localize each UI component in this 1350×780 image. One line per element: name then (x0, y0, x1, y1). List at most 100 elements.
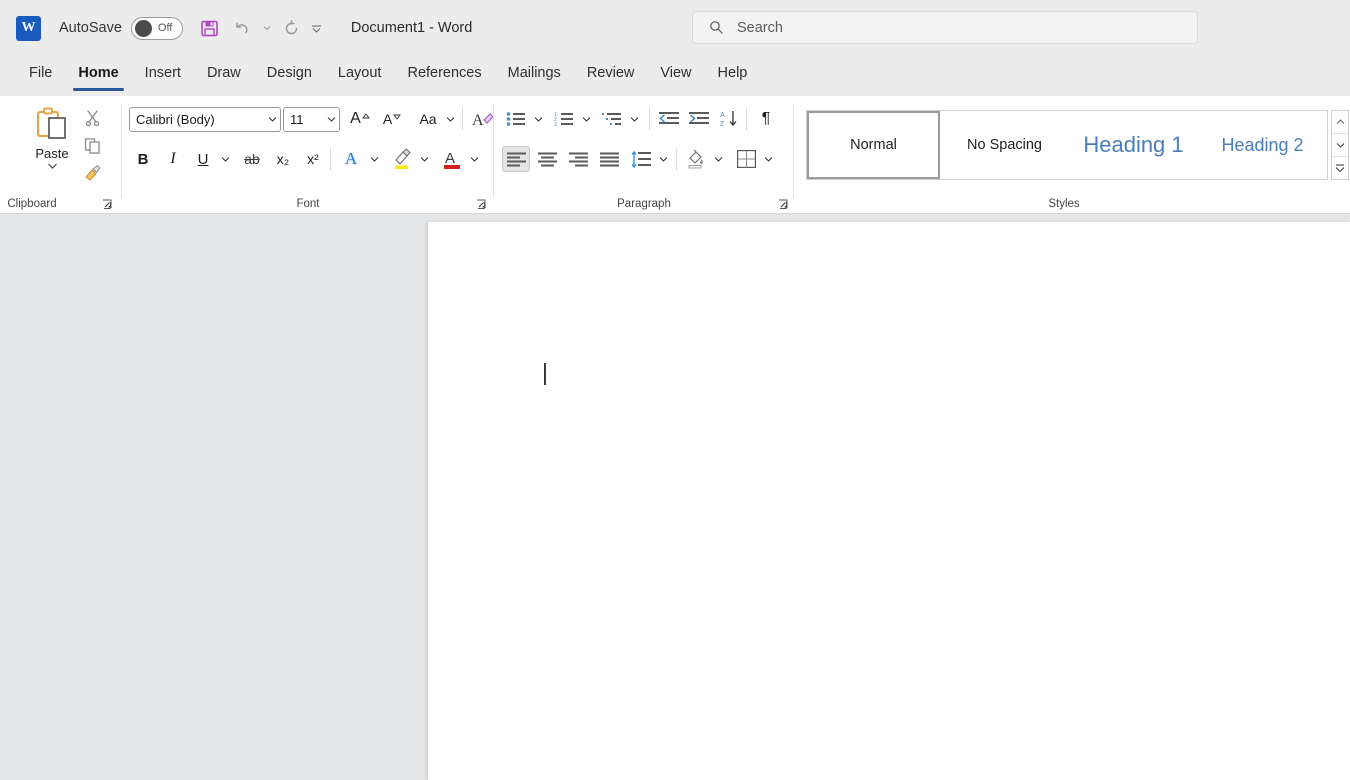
undo-button[interactable] (227, 13, 257, 43)
group-label-clipboard: Clipboard (0, 198, 92, 210)
font-dialog-launcher[interactable] (474, 196, 488, 210)
customize-qat-chevron-down-icon[interactable] (309, 13, 325, 43)
tab-layout[interactable]: Layout (325, 56, 395, 90)
autosave-label: AutoSave (59, 20, 122, 36)
group-label-styles: Styles (794, 198, 1334, 210)
text-highlight-color-button[interactable] (388, 146, 416, 172)
change-case-chevron-down-icon[interactable] (442, 106, 458, 132)
increase-indent-button[interactable] (685, 106, 713, 132)
underline-chevron-down-icon[interactable] (217, 146, 233, 172)
search-input[interactable]: Search (692, 11, 1198, 44)
svg-text:A: A (472, 112, 484, 129)
group-label-font: Font (122, 198, 494, 210)
multilevel-list-chevron-down-icon[interactable] (626, 106, 642, 132)
quick-access-toolbar (195, 13, 325, 43)
text-effects-button[interactable]: A (336, 146, 366, 172)
tab-label: Design (267, 65, 312, 81)
show-hide-marks-button[interactable]: ¶ (752, 106, 780, 132)
word-logo-icon: W (16, 16, 41, 41)
text-effects-chevron-down-icon[interactable] (366, 146, 382, 172)
strikethrough-button[interactable]: ab (237, 146, 267, 172)
bold-button[interactable]: B (129, 146, 157, 172)
style-label: Heading 1 (1083, 132, 1183, 158)
format-painter-button[interactable] (78, 160, 106, 186)
tab-label: File (29, 65, 52, 81)
tab-label: Insert (145, 65, 181, 81)
line-spacing-chevron-down-icon[interactable] (655, 146, 671, 172)
tab-review[interactable]: Review (574, 56, 648, 90)
autosave-toggle[interactable]: Off (131, 17, 183, 40)
tab-view[interactable]: View (647, 56, 704, 90)
superscript-button[interactable]: x² (299, 146, 327, 172)
underline-label: U (198, 151, 209, 168)
document-page[interactable] (428, 222, 1350, 780)
tab-home[interactable]: Home (65, 56, 131, 90)
document-title: Document1 - Word (351, 20, 472, 36)
paragraph-dialog-launcher[interactable] (776, 196, 790, 210)
align-center-button[interactable] (533, 146, 561, 172)
bullets-chevron-down-icon[interactable] (530, 106, 546, 132)
tab-design[interactable]: Design (254, 56, 325, 90)
tab-label: View (660, 65, 691, 81)
multilevel-list-button[interactable] (598, 106, 626, 132)
change-case-button[interactable]: Aa (414, 106, 442, 132)
italic-button[interactable]: I (159, 146, 187, 172)
toolbar-separator (746, 108, 747, 130)
paste-button[interactable]: Paste (24, 104, 80, 184)
undo-dropdown-chevron-down-icon[interactable] (259, 13, 275, 43)
subscript-button[interactable]: x₂ (269, 146, 297, 172)
grow-font-label: A (350, 110, 361, 128)
toolbar-separator (462, 108, 463, 130)
underline-button[interactable]: U (189, 146, 217, 172)
text-highlight-chevron-down-icon[interactable] (416, 146, 432, 172)
justify-button[interactable] (595, 146, 623, 172)
tab-draw[interactable]: Draw (194, 56, 254, 90)
align-right-button[interactable] (564, 146, 592, 172)
toolbar-separator (649, 108, 650, 130)
borders-chevron-down-icon[interactable] (760, 146, 776, 172)
font-size-value: 11 (284, 112, 323, 127)
tab-label: Help (718, 65, 748, 81)
style-item-no-spacing[interactable]: No Spacing (940, 111, 1069, 179)
numbering-button[interactable]: 1 2 3 (550, 106, 578, 132)
cut-button[interactable] (78, 104, 106, 130)
styles-scroll-down-button[interactable] (1332, 134, 1348, 157)
line-spacing-button[interactable] (627, 146, 655, 172)
font-color-chevron-down-icon[interactable] (466, 146, 482, 172)
font-name-combobox[interactable]: Calibri (Body) (129, 107, 281, 132)
copy-button[interactable] (78, 132, 106, 158)
tab-references[interactable]: References (394, 56, 494, 90)
style-item-heading-1[interactable]: Heading 1 (1069, 111, 1198, 179)
clipboard-dialog-launcher[interactable] (100, 196, 114, 210)
autosave-toggle-knob (135, 20, 152, 37)
bullets-button[interactable] (502, 106, 530, 132)
shading-button[interactable] (682, 146, 710, 172)
tab-file[interactable]: File (16, 56, 65, 90)
shrink-font-button[interactable]: A (378, 106, 406, 132)
tab-label: Layout (338, 65, 382, 81)
styles-scroll-up-button[interactable] (1332, 111, 1348, 134)
shading-chevron-down-icon[interactable] (710, 146, 726, 172)
redo-button[interactable] (277, 13, 307, 43)
save-button[interactable] (195, 13, 225, 43)
numbering-chevron-down-icon[interactable] (578, 106, 594, 132)
grow-font-button[interactable]: A (346, 106, 374, 132)
tab-help[interactable]: Help (705, 56, 761, 90)
borders-button[interactable] (732, 146, 760, 172)
style-label: Normal (850, 137, 897, 153)
bold-label: B (138, 151, 149, 168)
font-color-button[interactable]: A (438, 146, 466, 172)
ribbon-group-clipboard: Paste (0, 96, 122, 214)
sort-button[interactable]: A Z (715, 106, 743, 132)
tab-label: Home (78, 65, 118, 81)
font-size-combobox[interactable]: 11 (283, 107, 340, 132)
align-left-button[interactable] (502, 146, 530, 172)
styles-more-button[interactable] (1332, 157, 1348, 179)
tab-mailings[interactable]: Mailings (495, 56, 574, 90)
decrease-indent-button[interactable] (655, 106, 683, 132)
style-item-normal[interactable]: Normal (807, 111, 940, 179)
tab-insert[interactable]: Insert (132, 56, 194, 90)
style-label: No Spacing (967, 137, 1042, 153)
title-bar: W AutoSave Off (0, 0, 1350, 56)
style-item-heading-2[interactable]: Heading 2 (1198, 111, 1327, 179)
